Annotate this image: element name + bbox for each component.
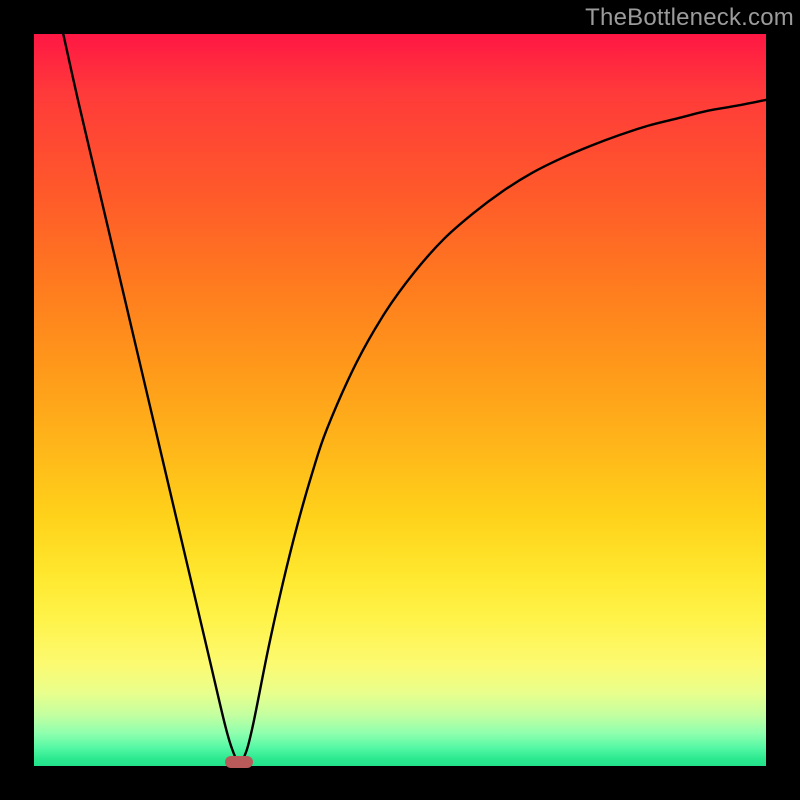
chart-frame: TheBottleneck.com xyxy=(0,0,800,800)
plot-area xyxy=(34,34,766,766)
bottleneck-curve xyxy=(34,34,766,766)
optimum-marker xyxy=(225,756,253,768)
watermark-text: TheBottleneck.com xyxy=(585,4,794,32)
